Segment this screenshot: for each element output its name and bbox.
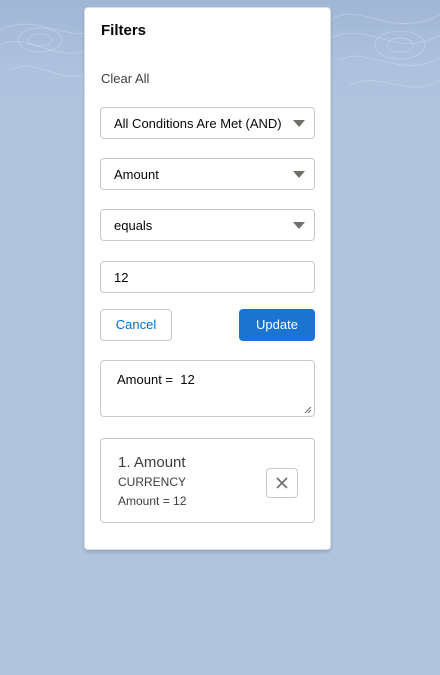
- cancel-button[interactable]: Cancel: [100, 309, 172, 341]
- chevron-down-icon: [293, 120, 305, 127]
- resize-grip-icon[interactable]: [304, 406, 312, 414]
- filter-expression-text: Amount = 12: [117, 372, 195, 387]
- filter-expression-textarea[interactable]: Amount = 12: [100, 360, 315, 417]
- operator-select-value: equals: [114, 218, 153, 233]
- field-select-value: Amount: [114, 167, 159, 182]
- filter-card-type: CURRENCY: [118, 475, 187, 489]
- logic-select-value: All Conditions Are Met (AND): [114, 116, 282, 131]
- filter-card: 1. Amount CURRENCY Amount = 12: [100, 438, 315, 523]
- value-input[interactable]: 12: [100, 261, 315, 293]
- value-input-text: 12: [114, 270, 129, 285]
- clear-all-link[interactable]: Clear All: [101, 71, 149, 86]
- panel-title: Filters: [101, 22, 147, 39]
- filter-card-expression: Amount = 12: [118, 494, 187, 508]
- remove-filter-button[interactable]: [266, 468, 298, 498]
- filter-card-title: 1. Amount: [118, 454, 186, 471]
- operator-select[interactable]: equals: [100, 209, 315, 241]
- filters-panel: Filters Clear All All Conditions Are Met…: [84, 7, 331, 550]
- close-icon: [276, 477, 288, 489]
- update-button[interactable]: Update: [239, 309, 315, 341]
- field-select[interactable]: Amount: [100, 158, 315, 190]
- chevron-down-icon: [293, 171, 305, 178]
- chevron-down-icon: [293, 222, 305, 229]
- logic-select[interactable]: All Conditions Are Met (AND): [100, 107, 315, 139]
